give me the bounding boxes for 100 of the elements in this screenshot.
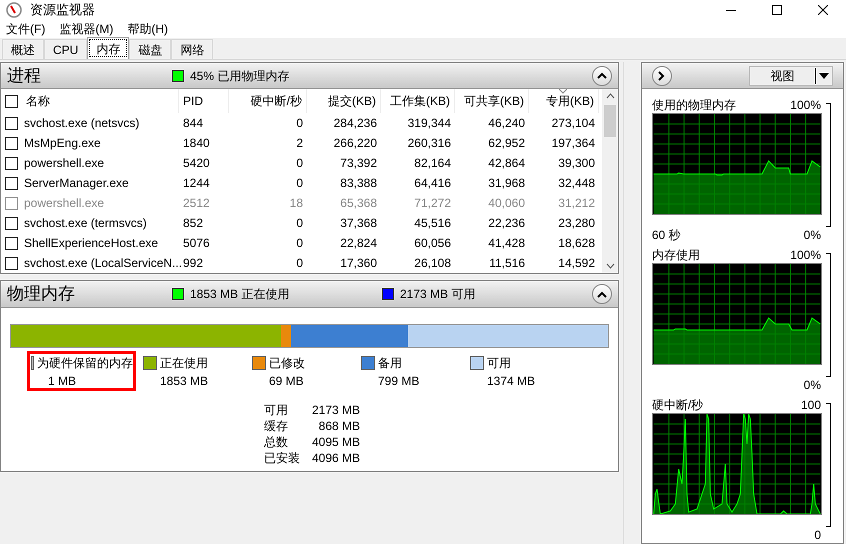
table-cell-text: 1840: [183, 135, 210, 152]
table-cell-text: svchost.exe (termsvcs): [24, 215, 147, 232]
table-cell-text: 46,240: [488, 115, 525, 132]
table-cell-text: 37,368: [340, 215, 377, 232]
axis-max-label: 100%: [790, 97, 821, 114]
tab[interactable]: 磁盘: [129, 39, 172, 59]
scroll-thumb[interactable]: [604, 105, 616, 137]
collapse-button[interactable]: [592, 66, 612, 86]
table-cell-text: 2: [296, 135, 303, 152]
table-cell-text: powershell.exe: [24, 155, 104, 172]
indicator-label: 1853 MB 正在使用: [190, 286, 290, 303]
menu-item[interactable]: 监视器(M): [59, 20, 114, 38]
expand-button[interactable]: [652, 66, 672, 86]
dropdown-arrow-icon: [819, 72, 829, 78]
table-row[interactable]: ServerManager.exe 1244 0 83,388 64,416 31,968 32,448: [1, 173, 602, 193]
view-button[interactable]: 视图: [749, 66, 833, 86]
legend-value: 799 MB: [377, 373, 420, 390]
table-cell-text: 319,344: [408, 115, 451, 132]
column-header[interactable]: PID: [179, 89, 229, 113]
legend-value: 1853 MB: [159, 373, 210, 390]
axis-max-label: 100%: [790, 247, 821, 264]
checkbox[interactable]: [5, 156, 18, 170]
table-row[interactable]: ShellExperienceHost.exe 5076 0 22,824 60,056 41,428 18,628: [1, 233, 602, 253]
column-header[interactable]: 硬中断/秒: [229, 89, 307, 113]
menu-item[interactable]: 文件(F): [6, 20, 46, 38]
table-cell-text: ServerManager.exe: [24, 175, 129, 192]
table-cell-text: 852: [183, 215, 204, 232]
column-header[interactable]: 工作集(KB): [381, 89, 455, 113]
stat-value: 868 MB: [318, 418, 360, 433]
checkbox[interactable]: [5, 94, 18, 108]
checkbox[interactable]: [5, 176, 18, 190]
column-header[interactable]: 提交(KB): [307, 89, 381, 113]
legend-label: 为硬件保留的内存: [37, 355, 133, 372]
tab[interactable]: 概述: [2, 39, 44, 59]
table-cell-text: 18,628: [558, 235, 595, 252]
axis-min-label: 0%: [804, 227, 821, 244]
checkbox[interactable]: [5, 256, 18, 270]
table-cell-text: 32,448: [558, 175, 595, 192]
scrollbar[interactable]: [602, 89, 618, 273]
column-header[interactable]: 专用(KB): [529, 89, 599, 113]
table-cell-text: 844: [183, 115, 204, 132]
table-cell-text: 71,272: [414, 195, 451, 212]
table-cell-text: 260,316: [408, 135, 451, 152]
table-cell-text: 31,212: [558, 195, 595, 212]
panel-title: 进程: [7, 64, 42, 87]
table-cell-text: powershell.exe: [24, 195, 104, 212]
legend-label: 可用: [487, 355, 511, 372]
table-cell-text: 197,364: [552, 135, 595, 152]
checkbox[interactable]: [5, 216, 18, 230]
table-cell-text: 39,300: [558, 155, 595, 172]
graph-title: 使用的物理内存: [652, 97, 736, 114]
chevron-up-icon: [597, 290, 607, 298]
checkbox[interactable]: [5, 136, 18, 150]
column-header[interactable]: 可共享(KB): [455, 89, 529, 113]
graph-title: 内存使用: [652, 247, 700, 264]
checkbox[interactable]: [5, 196, 18, 210]
table-cell-text: 23,280: [558, 215, 595, 232]
legend-label: 正在使用: [160, 355, 208, 372]
table-cell-text: 83,388: [340, 175, 377, 192]
table-cell-text: 0: [296, 255, 303, 272]
panel-title: 物理内存: [7, 283, 76, 306]
table-cell-text: MsMpEng.exe: [24, 135, 101, 152]
table-row[interactable]: svchost.exe (LocalServiceN...992 0 17,360 26,108 11,516 14,592: [1, 253, 602, 273]
table-cell-text: 42,864: [488, 155, 525, 172]
stat-label: 可用: [264, 402, 289, 417]
table-row[interactable]: MsMpEng.exe 1840 2 266,220 260,316 62,952 197,364: [1, 133, 602, 153]
table-row[interactable]: svchost.exe (termsvcs) 852 0 37,368 45,516 22,236 23,280: [1, 213, 602, 233]
table-cell-text: 18: [290, 195, 303, 212]
stat-value: 4096 MB: [310, 450, 360, 465]
checkbox[interactable]: [5, 116, 18, 130]
table-cell-text: svchost.exe (LocalServiceN...: [24, 255, 182, 272]
maximize-icon: [772, 5, 782, 15]
tab[interactable]: 内存: [87, 37, 130, 59]
table-cell-text: 45,516: [414, 215, 451, 232]
table-cell-text: 1244: [183, 175, 210, 192]
stat-value: 4095 MB: [310, 434, 360, 449]
legend-label: 备用: [378, 355, 402, 372]
legend-value: 1 MB: [47, 373, 78, 390]
tab[interactable]: 网络: [171, 39, 214, 59]
window-title: 资源监视器: [30, 1, 95, 20]
stat-label: 已安装: [264, 450, 301, 465]
table-cell-text: 273,104: [552, 115, 595, 132]
table-cell-text: 22,824: [340, 235, 377, 252]
collapse-button[interactable]: [592, 284, 612, 304]
table-cell-text: 40,060: [488, 195, 525, 212]
checkbox[interactable]: [5, 236, 18, 250]
chevron-right-icon: [658, 70, 666, 80]
table-cell-text: 31,968: [488, 175, 525, 192]
stat-label: 缓存: [264, 418, 289, 433]
table-cell-text: 26,108: [414, 255, 451, 272]
menu-item[interactable]: 帮助(H): [127, 20, 168, 38]
table-row[interactable]: svchost.exe (netsvcs) 844 0 284,236 319,344 46,240 273,104: [1, 113, 602, 133]
tab[interactable]: CPU: [44, 39, 88, 59]
axis-min-label: 0%: [804, 377, 821, 394]
table-cell-text: 0: [296, 175, 303, 192]
table-cell-text: 64,416: [414, 175, 451, 192]
table-row[interactable]: powershell.exe 5420 0 73,392 82,164 42,864 39,300: [1, 153, 602, 173]
table-cell-text: 0: [296, 235, 303, 252]
column-header[interactable]: 名称: [1, 89, 179, 113]
scroll-up-icon: [606, 93, 614, 99]
